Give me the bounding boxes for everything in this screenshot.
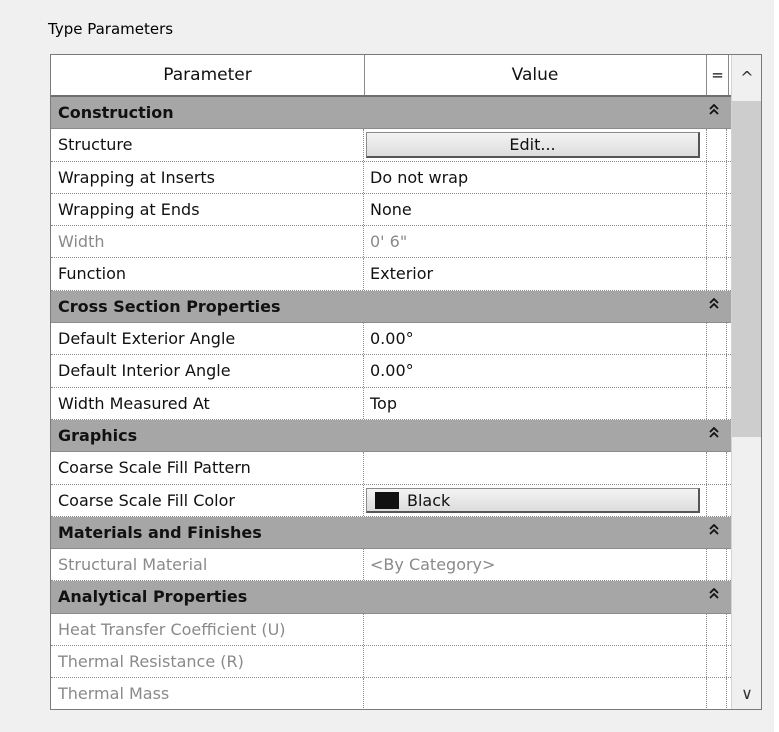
group-header[interactable]: Cross Section Properties xyxy=(51,290,731,324)
parameter-name: Thermal Mass xyxy=(51,678,364,709)
group-label: Construction xyxy=(58,103,174,122)
formula-cell[interactable] xyxy=(706,678,727,709)
parameter-value[interactable]: 0.00° xyxy=(364,355,706,386)
color-swatch xyxy=(375,491,399,509)
formula-cell[interactable] xyxy=(706,387,727,419)
formula-cell[interactable] xyxy=(706,323,727,355)
window-edge xyxy=(774,0,779,732)
parameter-row[interactable]: Default Exterior Angle 0.00° xyxy=(51,323,731,356)
parameter-row[interactable]: Coarse Scale Fill Color Black xyxy=(51,484,731,517)
parameter-row[interactable]: Width Measured At Top xyxy=(51,387,731,420)
parameter-name: Width Measured At xyxy=(51,387,364,419)
parameter-row[interactable]: Wrapping at Ends None xyxy=(51,193,731,227)
parameter-row[interactable]: Function Exterior xyxy=(51,258,731,291)
parameter-value[interactable]: None xyxy=(364,194,706,225)
group-label: Analytical Properties xyxy=(58,587,248,607)
parameter-row[interactable]: Width 0' 6" xyxy=(51,226,731,259)
formula-cell[interactable] xyxy=(706,226,727,258)
parameter-row[interactable]: Structure Edit... xyxy=(51,129,731,162)
vertical-scrollbar[interactable]: ^ ∨ xyxy=(731,55,761,709)
group-header[interactable]: Materials and Finishes xyxy=(51,516,731,550)
group-header[interactable]: Construction xyxy=(51,97,731,130)
collapse-icon[interactable] xyxy=(709,581,719,612)
chevron-down-icon[interactable]: ∨ xyxy=(732,679,761,709)
color-picker-button[interactable]: Black xyxy=(366,487,700,513)
parameter-row[interactable]: Default Interior Angle 0.00° xyxy=(51,355,731,388)
parameter-value[interactable] xyxy=(364,646,706,677)
group-label: Materials and Finishes xyxy=(58,522,262,542)
collapse-icon[interactable] xyxy=(709,291,719,322)
parameter-row[interactable]: Thermal Mass xyxy=(51,678,731,709)
parameter-name: Thermal Resistance (R) xyxy=(51,646,364,678)
parameter-name: Width xyxy=(51,226,364,258)
group-header[interactable]: Analytical Properties xyxy=(51,581,731,614)
formula-cell[interactable] xyxy=(706,646,727,678)
formula-cell[interactable] xyxy=(706,549,727,581)
parameter-value[interactable]: <By Category> xyxy=(364,549,706,580)
parameters-grid: Parameter Value = Construction Structure E… xyxy=(50,54,762,710)
parameter-row[interactable]: Coarse Scale Fill Pattern xyxy=(51,452,731,485)
collapse-icon[interactable] xyxy=(709,97,719,128)
formula-cell[interactable] xyxy=(706,161,727,193)
parameter-value[interactable] xyxy=(364,678,706,709)
grid-header: Parameter Value = xyxy=(51,55,731,97)
parameter-value[interactable]: Top xyxy=(364,388,706,419)
edit-button[interactable]: Edit... xyxy=(366,132,700,158)
parameter-name: Heat Transfer Coefficient (U) xyxy=(51,613,364,646)
formula-cell[interactable] xyxy=(706,129,727,161)
parameter-value[interactable] xyxy=(364,614,706,645)
parameter-row[interactable]: Heat Transfer Coefficient (U) xyxy=(51,613,731,647)
section-label: Type Parameters xyxy=(48,20,174,38)
formula-cell[interactable] xyxy=(706,484,727,516)
group-header[interactable]: Graphics xyxy=(51,419,731,453)
parameter-name: Function xyxy=(51,258,364,290)
formula-cell[interactable] xyxy=(706,613,727,646)
scrollbar-thumb[interactable] xyxy=(732,101,761,437)
parameter-value[interactable]: Exterior xyxy=(364,258,706,289)
formula-cell[interactable] xyxy=(706,258,727,290)
parameter-row[interactable]: Thermal Resistance (R) xyxy=(51,646,731,679)
parameter-row[interactable]: Structural Material <By Category> xyxy=(51,549,731,582)
parameter-name: Structure xyxy=(51,129,364,161)
parameter-value[interactable]: 0' 6" xyxy=(364,226,706,257)
parameter-value[interactable]: Black xyxy=(364,485,706,516)
parameter-name: Default Exterior Angle xyxy=(51,323,364,355)
grid-rows: Construction Structure Edit... Wrapping at … xyxy=(51,97,731,709)
group-label: Cross Section Properties xyxy=(58,296,281,316)
collapse-icon[interactable] xyxy=(709,517,719,548)
type-parameters-panel: Type Parameters Parameter Value = Constr… xyxy=(0,0,779,732)
column-header-formula[interactable]: = xyxy=(706,55,729,95)
parameter-name: Wrapping at Ends xyxy=(51,193,364,226)
formula-cell[interactable] xyxy=(706,452,727,484)
parameter-value[interactable]: 0.00° xyxy=(364,323,706,354)
formula-cell[interactable] xyxy=(706,355,727,387)
parameter-value[interactable]: Edit... xyxy=(364,129,706,160)
chevron-up-icon[interactable]: ^ xyxy=(732,63,761,93)
parameter-name: Wrapping at Inserts xyxy=(51,161,364,193)
button-label: Edit... xyxy=(509,135,556,155)
parameter-name: Default Interior Angle xyxy=(51,355,364,387)
group-label: Graphics xyxy=(58,425,138,445)
parameter-name: Coarse Scale Fill Color xyxy=(51,484,364,516)
parameter-value[interactable] xyxy=(364,452,706,483)
collapse-icon[interactable] xyxy=(709,420,719,451)
column-header-parameter[interactable]: Parameter xyxy=(51,55,365,95)
formula-cell[interactable] xyxy=(706,193,727,226)
column-header-value[interactable]: Value xyxy=(365,55,705,95)
button-label: Black xyxy=(407,490,451,510)
parameter-name: Structural Material xyxy=(51,549,364,581)
parameter-name: Coarse Scale Fill Pattern xyxy=(51,452,364,484)
parameter-value[interactable]: Do not wrap xyxy=(364,162,706,193)
parameter-row[interactable]: Wrapping at Inserts Do not wrap xyxy=(51,161,731,194)
